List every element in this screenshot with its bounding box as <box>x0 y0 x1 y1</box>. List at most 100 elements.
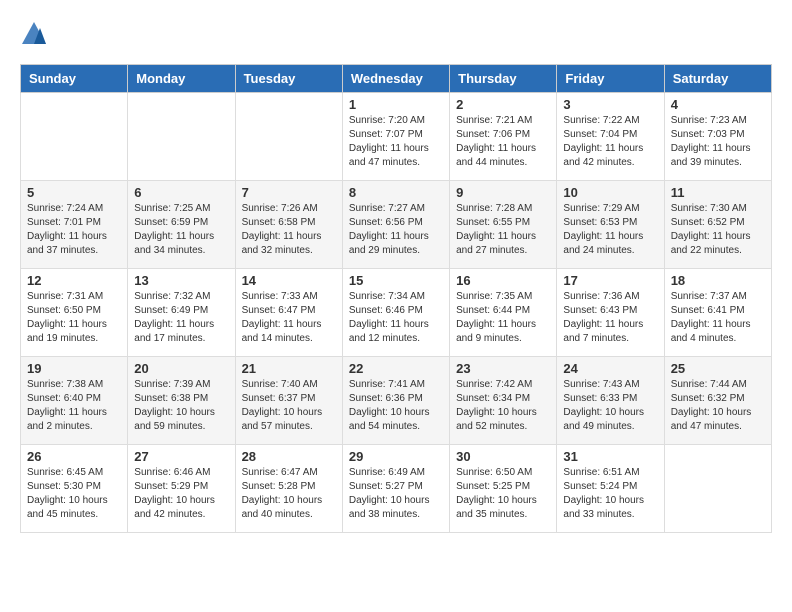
day-number: 30 <box>456 449 550 464</box>
day-number: 10 <box>563 185 657 200</box>
weekday-header-thursday: Thursday <box>450 65 557 93</box>
day-info: Sunrise: 7:44 AM Sunset: 6:32 PM Dayligh… <box>671 378 765 434</box>
day-info: Sunrise: 6:49 AM Sunset: 5:27 PM Dayligh… <box>349 466 443 522</box>
calendar-week-row: 5Sunrise: 7:24 AM Sunset: 7:01 PM Daylig… <box>21 181 772 269</box>
calendar-cell: 21 Sunrise: 7:40 AM Sunset: 6:37 PM Dayli… <box>235 357 342 445</box>
calendar-cell: 8 Sunrise: 7:27 AM Sunset: 6:56 PM Daylig… <box>342 181 449 269</box>
weekday-header-saturday: Saturday <box>664 65 771 93</box>
day-info: Sunrise: 6:45 AM Sunset: 5:30 PM Dayligh… <box>27 466 121 522</box>
calendar-cell: 17Sunrise: 7:36 AM Sunset: 6:43 PM Dayli… <box>557 269 664 357</box>
page-header <box>20 20 772 48</box>
calendar-cell: 24 Sunrise: 7:43 AM Sunset: 6:33 PM Dayli… <box>557 357 664 445</box>
day-info: Sunrise: 7:30 AM Sunset: 6:52 PM Dayligh… <box>671 202 765 258</box>
logo <box>20 20 52 48</box>
calendar-cell: 11 Sunrise: 7:30 AM Sunset: 6:52 PM Dayli… <box>664 181 771 269</box>
calendar-cell: 9 Sunrise: 7:28 AM Sunset: 6:55 PM Daylig… <box>450 181 557 269</box>
calendar-cell: 14 Sunrise: 7:33 AM Sunset: 6:47 PM Dayli… <box>235 269 342 357</box>
calendar-week-row: 19Sunrise: 7:38 AM Sunset: 6:40 PM Dayli… <box>21 357 772 445</box>
day-number: 7 <box>242 185 336 200</box>
day-info: Sunrise: 7:31 AM Sunset: 6:50 PM Dayligh… <box>27 290 121 346</box>
day-number: 26 <box>27 449 121 464</box>
calendar-week-row: 1 Sunrise: 7:20 AM Sunset: 7:07 PM Daylig… <box>21 93 772 181</box>
logo-icon <box>20 20 48 48</box>
day-number: 15 <box>349 273 443 288</box>
day-info: Sunrise: 7:22 AM Sunset: 7:04 PM Dayligh… <box>563 114 657 170</box>
day-info: Sunrise: 7:27 AM Sunset: 6:56 PM Dayligh… <box>349 202 443 258</box>
day-number: 11 <box>671 185 765 200</box>
day-info: Sunrise: 7:26 AM Sunset: 6:58 PM Dayligh… <box>242 202 336 258</box>
day-number: 28 <box>242 449 336 464</box>
day-number: 4 <box>671 97 765 112</box>
day-info: Sunrise: 7:29 AM Sunset: 6:53 PM Dayligh… <box>563 202 657 258</box>
day-number: 19 <box>27 361 121 376</box>
day-info: Sunrise: 6:46 AM Sunset: 5:29 PM Dayligh… <box>134 466 228 522</box>
day-info: Sunrise: 6:50 AM Sunset: 5:25 PM Dayligh… <box>456 466 550 522</box>
day-number: 16 <box>456 273 550 288</box>
day-number: 25 <box>671 361 765 376</box>
calendar-cell: 26 Sunrise: 6:45 AM Sunset: 5:30 PM Dayli… <box>21 445 128 533</box>
calendar-cell: 23 Sunrise: 7:42 AM Sunset: 6:34 PM Dayli… <box>450 357 557 445</box>
day-number: 13 <box>134 273 228 288</box>
day-number: 29 <box>349 449 443 464</box>
day-number: 14 <box>242 273 336 288</box>
day-info: Sunrise: 7:43 AM Sunset: 6:33 PM Dayligh… <box>563 378 657 434</box>
day-info: Sunrise: 7:40 AM Sunset: 6:37 PM Dayligh… <box>242 378 336 434</box>
day-number: 21 <box>242 361 336 376</box>
day-number: 2 <box>456 97 550 112</box>
weekday-header-monday: Monday <box>128 65 235 93</box>
day-number: 31 <box>563 449 657 464</box>
day-info: Sunrise: 6:51 AM Sunset: 5:24 PM Dayligh… <box>563 466 657 522</box>
day-number: 23 <box>456 361 550 376</box>
day-number: 9 <box>456 185 550 200</box>
day-number: 27 <box>134 449 228 464</box>
calendar-cell: 16 Sunrise: 7:35 AM Sunset: 6:44 PM Dayli… <box>450 269 557 357</box>
day-number: 22 <box>349 361 443 376</box>
day-number: 18 <box>671 273 765 288</box>
day-info: Sunrise: 7:25 AM Sunset: 6:59 PM Dayligh… <box>134 202 228 258</box>
calendar-cell <box>235 93 342 181</box>
day-number: 20 <box>134 361 228 376</box>
weekday-header-sunday: Sunday <box>21 65 128 93</box>
calendar-cell: 20 Sunrise: 7:39 AM Sunset: 6:38 PM Dayli… <box>128 357 235 445</box>
calendar-cell <box>128 93 235 181</box>
calendar-cell: 13Sunrise: 7:32 AM Sunset: 6:49 PM Dayli… <box>128 269 235 357</box>
calendar-cell: 3 Sunrise: 7:22 AM Sunset: 7:04 PM Daylig… <box>557 93 664 181</box>
day-number: 5 <box>27 185 121 200</box>
calendar-cell: 22Sunrise: 7:41 AM Sunset: 6:36 PM Dayli… <box>342 357 449 445</box>
calendar-cell: 12 Sunrise: 7:31 AM Sunset: 6:50 PM Dayli… <box>21 269 128 357</box>
day-number: 6 <box>134 185 228 200</box>
calendar-cell <box>664 445 771 533</box>
weekday-header-friday: Friday <box>557 65 664 93</box>
calendar-cell: 1 Sunrise: 7:20 AM Sunset: 7:07 PM Daylig… <box>342 93 449 181</box>
day-info: Sunrise: 7:28 AM Sunset: 6:55 PM Dayligh… <box>456 202 550 258</box>
calendar-cell: 25 Sunrise: 7:44 AM Sunset: 6:32 PM Dayli… <box>664 357 771 445</box>
day-info: Sunrise: 7:21 AM Sunset: 7:06 PM Dayligh… <box>456 114 550 170</box>
day-number: 3 <box>563 97 657 112</box>
calendar-cell: 2 Sunrise: 7:21 AM Sunset: 7:06 PM Daylig… <box>450 93 557 181</box>
calendar-cell: 28 Sunrise: 6:47 AM Sunset: 5:28 PM Dayli… <box>235 445 342 533</box>
calendar-cell: 18 Sunrise: 7:37 AM Sunset: 6:41 PM Dayli… <box>664 269 771 357</box>
day-number: 12 <box>27 273 121 288</box>
day-info: Sunrise: 6:47 AM Sunset: 5:28 PM Dayligh… <box>242 466 336 522</box>
day-info: Sunrise: 7:36 AM Sunset: 6:43 PM Dayligh… <box>563 290 657 346</box>
weekday-header-row: SundayMondayTuesdayWednesdayThursdayFrid… <box>21 65 772 93</box>
calendar-cell: 30 Sunrise: 6:50 AM Sunset: 5:25 PM Dayli… <box>450 445 557 533</box>
day-info: Sunrise: 7:35 AM Sunset: 6:44 PM Dayligh… <box>456 290 550 346</box>
calendar-cell: 29 Sunrise: 6:49 AM Sunset: 5:27 PM Dayli… <box>342 445 449 533</box>
day-number: 1 <box>349 97 443 112</box>
calendar-cell <box>21 93 128 181</box>
calendar-week-row: 12 Sunrise: 7:31 AM Sunset: 6:50 PM Dayli… <box>21 269 772 357</box>
calendar-cell: 7 Sunrise: 7:26 AM Sunset: 6:58 PM Daylig… <box>235 181 342 269</box>
calendar-cell: 4Sunrise: 7:23 AM Sunset: 7:03 PM Daylig… <box>664 93 771 181</box>
day-info: Sunrise: 7:20 AM Sunset: 7:07 PM Dayligh… <box>349 114 443 170</box>
weekday-header-tuesday: Tuesday <box>235 65 342 93</box>
calendar-cell: 27 Sunrise: 6:46 AM Sunset: 5:29 PM Dayli… <box>128 445 235 533</box>
day-info: Sunrise: 7:37 AM Sunset: 6:41 PM Dayligh… <box>671 290 765 346</box>
day-info: Sunrise: 7:42 AM Sunset: 6:34 PM Dayligh… <box>456 378 550 434</box>
day-number: 24 <box>563 361 657 376</box>
day-info: Sunrise: 7:34 AM Sunset: 6:46 PM Dayligh… <box>349 290 443 346</box>
calendar-cell: 5Sunrise: 7:24 AM Sunset: 7:01 PM Daylig… <box>21 181 128 269</box>
day-number: 8 <box>349 185 443 200</box>
day-info: Sunrise: 7:39 AM Sunset: 6:38 PM Dayligh… <box>134 378 228 434</box>
day-info: Sunrise: 7:33 AM Sunset: 6:47 PM Dayligh… <box>242 290 336 346</box>
